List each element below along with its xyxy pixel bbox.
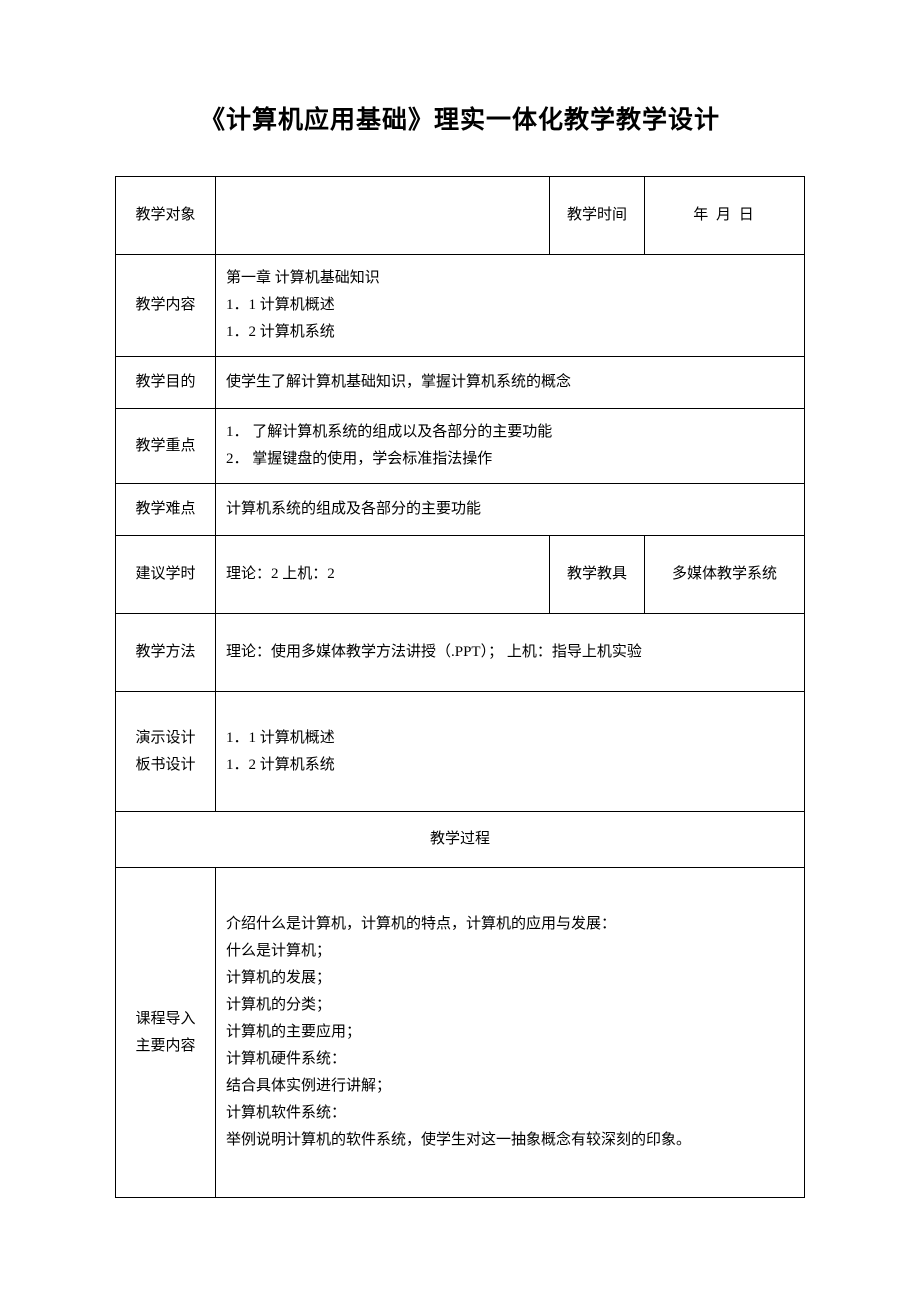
lesson-plan-table: 教学对象 教学时间 年 月 日 教学内容 第一章 计算机基础知识 1．1 计算机… [115,176,805,1198]
row-intro: 课程导入 主要内容 介绍什么是计算机，计算机的特点，计算机的应用与发展： 什么是… [116,868,805,1198]
value-method: 理论：使用多媒体教学方法讲授（.PPT）； 上机：指导上机实验 [216,614,805,692]
row-difficulty: 教学难点 计算机系统的组成及各部分的主要功能 [116,484,805,536]
label-method: 教学方法 [116,614,216,692]
label-subject: 教学对象 [116,177,216,255]
row-method: 教学方法 理论：使用多媒体教学方法讲授（.PPT）； 上机：指导上机实验 [116,614,805,692]
value-content: 第一章 计算机基础知识 1．1 计算机概述 1．2 计算机系统 [216,255,805,357]
value-keypoint: 1． 了解计算机系统的组成以及各部分的主要功能 2． 掌握键盘的使用，学会标准指… [216,409,805,484]
row-objective: 教学目的 使学生了解计算机基础知识，掌握计算机系统的概念 [116,357,805,409]
value-intro: 介绍什么是计算机，计算机的特点，计算机的应用与发展： 什么是计算机； 计算机的发… [216,868,805,1198]
value-design: 1．1 计算机概述 1．2 计算机系统 [216,692,805,812]
value-tools: 多媒体教学系统 [645,536,805,614]
row-hours: 建议学时 理论：2 上机：2 教学教具 多媒体教学系统 [116,536,805,614]
row-process: 教学过程 [116,812,805,868]
label-process: 教学过程 [116,812,805,868]
label-intro: 课程导入 主要内容 [116,868,216,1198]
value-subject [216,177,550,255]
label-tools: 教学教具 [550,536,645,614]
label-hours: 建议学时 [116,536,216,614]
value-objective: 使学生了解计算机基础知识，掌握计算机系统的概念 [216,357,805,409]
row-keypoint: 教学重点 1． 了解计算机系统的组成以及各部分的主要功能 2． 掌握键盘的使用，… [116,409,805,484]
value-difficulty: 计算机系统的组成及各部分的主要功能 [216,484,805,536]
label-difficulty: 教学难点 [116,484,216,536]
value-hours: 理论：2 上机：2 [216,536,550,614]
row-content: 教学内容 第一章 计算机基础知识 1．1 计算机概述 1．2 计算机系统 [116,255,805,357]
label-time: 教学时间 [550,177,645,255]
row-subject: 教学对象 教学时间 年 月 日 [116,177,805,255]
label-objective: 教学目的 [116,357,216,409]
label-design: 演示设计 板书设计 [116,692,216,812]
page-title: 《计算机应用基础》理实一体化教学教学设计 [115,100,805,136]
value-date: 年 月 日 [645,177,805,255]
label-content: 教学内容 [116,255,216,357]
label-keypoint: 教学重点 [116,409,216,484]
row-design: 演示设计 板书设计 1．1 计算机概述 1．2 计算机系统 [116,692,805,812]
